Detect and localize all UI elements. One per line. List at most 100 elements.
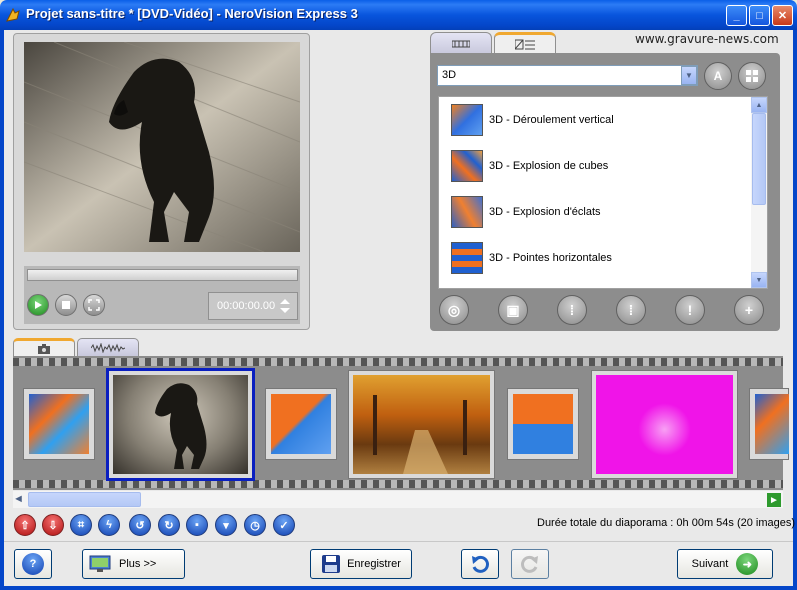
- autumn-photo-thumbnail: [353, 375, 490, 474]
- preview-image: [24, 42, 300, 252]
- minimize-button[interactable]: _: [726, 5, 747, 26]
- save-label: Enregistrer: [347, 558, 401, 570]
- auto-font-button[interactable]: A: [704, 62, 732, 90]
- dog-photo-thumbnail: [113, 375, 248, 474]
- waveform-icon: [91, 342, 125, 353]
- effect-thumbnail: [451, 104, 483, 136]
- photo-clip-selected[interactable]: [106, 368, 255, 481]
- add-effect-button[interactable]: +: [734, 295, 764, 325]
- time-value: 00:00:00.00: [217, 300, 276, 312]
- help-icon: ?: [22, 553, 44, 575]
- spin-arrows-icon: [280, 299, 290, 313]
- list-item[interactable]: 3D - Pointes horizontales: [451, 240, 741, 276]
- delete-down-button[interactable]: ⇩: [42, 514, 64, 536]
- more-button[interactable]: Plus >>: [82, 549, 185, 579]
- camera-icon: [38, 343, 50, 354]
- seek-bar[interactable]: [27, 269, 298, 281]
- effect-thumbnail: [451, 150, 483, 182]
- delete-up-icon: ⇧: [20, 519, 30, 532]
- film-perforations-top: [13, 358, 783, 366]
- save-image-button[interactable]: ▪: [186, 514, 208, 536]
- disk-icon: ▪: [195, 519, 199, 531]
- next-label: Suivant: [691, 558, 729, 570]
- transition-clip[interactable]: [265, 388, 337, 460]
- tab-menus[interactable]: [430, 32, 492, 54]
- arrow-left-icon[interactable]: ◄: [13, 493, 27, 506]
- effect-button[interactable]: ϟ: [98, 514, 120, 536]
- stop-button[interactable]: [55, 294, 77, 316]
- chevron-down-icon[interactable]: ▼: [751, 272, 767, 288]
- chevron-down-icon[interactable]: ▼: [681, 66, 697, 85]
- close-icon: ✕: [777, 10, 788, 22]
- rotate-left-button[interactable]: ↺: [129, 514, 151, 536]
- exclamation-icon: !: [687, 302, 693, 318]
- transition-clip[interactable]: [23, 388, 95, 460]
- tab-effects[interactable]: [494, 32, 556, 54]
- grid-view-button[interactable]: [738, 62, 766, 90]
- redo-button[interactable]: [511, 549, 549, 579]
- list-item[interactable]: 3D - Explosion d'éclats: [451, 194, 741, 230]
- fullscreen-icon: [88, 299, 100, 311]
- check-button[interactable]: ✓: [273, 514, 295, 536]
- microphone-icon: ▾: [223, 519, 229, 532]
- effects-list-icon: [515, 39, 535, 49]
- menu-icon: [452, 40, 470, 47]
- more-label: Plus >>: [119, 558, 157, 570]
- film-perforations-bottom: [13, 480, 783, 488]
- copy-icon: ▣: [506, 301, 520, 318]
- copy-effect-button[interactable]: ▣: [498, 295, 528, 325]
- list-item[interactable]: 3D - Explosion de cubes: [451, 148, 741, 184]
- info-button[interactable]: !: [675, 295, 705, 325]
- tab-audio[interactable]: [77, 338, 139, 356]
- delete-up-button[interactable]: ⇧: [14, 514, 36, 536]
- watermark-text: www.gravure-news.com: [635, 32, 779, 46]
- transition-thumbnail: [271, 394, 331, 454]
- grid-down-button[interactable]: ⁞: [616, 295, 646, 325]
- floppy-disk-icon: [322, 555, 341, 573]
- transition-clip[interactable]: [749, 388, 789, 460]
- grid-up-icon: ⁞: [569, 302, 575, 318]
- record-button[interactable]: ▾: [215, 514, 237, 536]
- rotate-right-icon: ↻: [164, 519, 174, 532]
- effect-thumbnail: [451, 242, 483, 274]
- photo-clip[interactable]: [348, 370, 495, 479]
- save-button[interactable]: Enregistrer: [310, 549, 412, 579]
- undo-button[interactable]: [461, 549, 499, 579]
- photo-clip[interactable]: [591, 370, 738, 479]
- effect-thumbnail: [451, 196, 483, 228]
- plus-icon: +: [744, 302, 754, 318]
- arrow-right-icon: ➜: [736, 553, 759, 575]
- rotate-right-button[interactable]: ↻: [158, 514, 180, 536]
- effects-list: 3D - Déroulement vertical 3D - Explosion…: [438, 96, 768, 289]
- play-button[interactable]: [27, 294, 49, 316]
- timeline-scroll-thumb[interactable]: [28, 492, 141, 507]
- time-counter[interactable]: 00:00:00.00: [208, 292, 298, 320]
- font-a-icon: A: [713, 69, 723, 83]
- transition-clip[interactable]: [507, 388, 579, 460]
- list-item[interactable]: 3D - Déroulement vertical: [451, 102, 741, 138]
- magenta-photo-thumbnail: [596, 375, 733, 474]
- fullscreen-button[interactable]: [83, 294, 105, 316]
- crop-button[interactable]: ⌗: [70, 514, 92, 536]
- lightning-icon: ϟ: [106, 519, 112, 531]
- grid-icon: [746, 70, 758, 82]
- redo-icon: [521, 555, 538, 573]
- grid-down-icon: ⁞: [628, 302, 634, 318]
- chevron-up-icon[interactable]: ▲: [751, 97, 767, 113]
- help-button[interactable]: ?: [14, 549, 52, 579]
- play-icon: [35, 301, 42, 309]
- tab-photos[interactable]: [13, 338, 75, 356]
- scroll-thumb[interactable]: [752, 113, 766, 205]
- close-button[interactable]: ✕: [772, 5, 793, 26]
- magnifier-icon: ◎: [447, 301, 461, 318]
- maximize-button[interactable]: □: [749, 5, 770, 26]
- next-button[interactable]: Suivant ➜: [677, 549, 773, 579]
- window-frame-right: [793, 30, 797, 590]
- arrow-right-icon[interactable]: ►: [767, 493, 781, 507]
- transition-thumbnail: [755, 394, 789, 454]
- preview-effect-button[interactable]: ◎: [439, 295, 469, 325]
- grid-up-button[interactable]: ⁞: [557, 295, 587, 325]
- category-select[interactable]: 3D: [437, 65, 698, 86]
- timer-button[interactable]: ◷: [244, 514, 266, 536]
- category-value: 3D: [442, 69, 457, 81]
